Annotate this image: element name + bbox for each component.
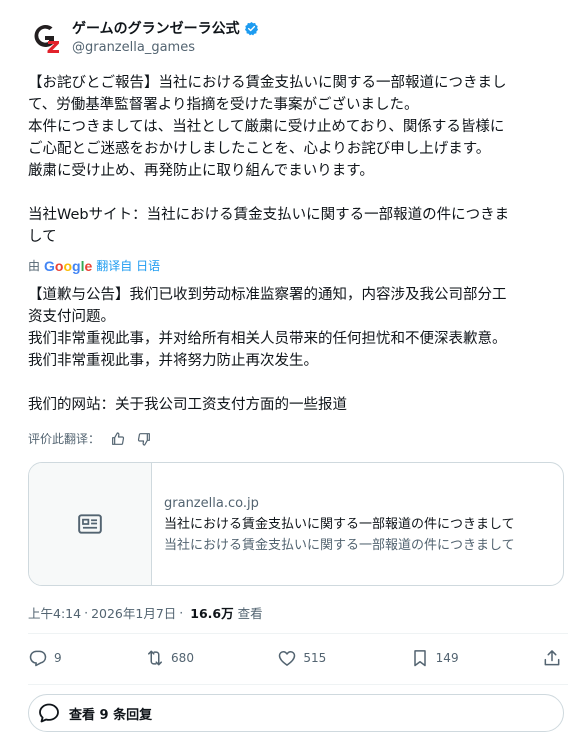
meta-separator: · xyxy=(179,605,184,620)
thumbs-up-icon[interactable] xyxy=(110,431,126,447)
tweet-line: ご心配とご迷惑をおかけしましたことを、心よりお詫び申し上げます。 xyxy=(28,141,491,157)
translated-line: 我们非常重视此事，并对给所有相关人员带来的任何担忧和不便深表歉意。 xyxy=(28,331,507,347)
card-domain: granzella.co.jp xyxy=(164,495,259,511)
post-date[interactable]: 2026年1月7日 xyxy=(91,603,176,622)
card-thumbnail xyxy=(29,463,152,585)
translated-text: 【道歉与公告】我们已收到劳动标准监察署的通知，内容涉及我公司部分工 资支付问题。… xyxy=(28,284,568,416)
translated-line: 【道歉与公告】我们已收到劳动标准监察署的通知，内容涉及我公司部分工 xyxy=(28,287,507,303)
display-name[interactable]: ゲームのグランゼーラ公式 xyxy=(72,18,240,38)
tweet-header: ゲームのグランゼーラ公式 @granzella_games xyxy=(28,18,259,55)
bookmark-icon xyxy=(413,650,426,667)
repost-count: 680 xyxy=(171,651,194,665)
rate-translation: 评价此翻译： xyxy=(28,430,152,447)
share-icon xyxy=(544,650,560,666)
action-bar: 9 680 515 149 xyxy=(28,648,568,668)
avatar[interactable] xyxy=(28,20,62,54)
card-description: 当社における賃金支払いに関する一部報道の件につきまして xyxy=(164,537,515,553)
translated-line: 我们的网站：关于我公司工资支付方面的一些报道 xyxy=(28,397,347,413)
tweet-meta: 上午4:14 · 2026年1月7日 · 16.6万 查看 xyxy=(28,603,263,622)
meta-separator: · xyxy=(84,605,89,620)
google-logo: Google xyxy=(44,257,93,274)
reply-button[interactable]: 9 xyxy=(28,648,62,668)
link-card[interactable]: granzella.co.jp 当社における賃金支払いに関する一部報道の件につき… xyxy=(28,462,564,586)
granzella-logo xyxy=(34,24,59,53)
like-count: 515 xyxy=(303,651,327,665)
translated-by-prefix: 由 xyxy=(28,259,41,273)
tweet-line: 【お詫びとご報告】当社における賃金支払いに関する一部報道につきまし xyxy=(28,75,507,91)
tweet-text: 【お詫びとご報告】当社における賃金支払いに関する一部報道につきまし て、労働基準… xyxy=(28,72,568,248)
handle[interactable]: @granzella_games xyxy=(72,40,259,55)
translated-line: 我们非常重视此事，并将努力防止再次发生。 xyxy=(28,353,318,369)
rate-translation-label: 评价此翻译： xyxy=(28,432,101,446)
like-icon xyxy=(279,651,296,666)
divider xyxy=(28,684,568,685)
thumbs-down-icon[interactable] xyxy=(136,431,152,447)
like-button[interactable]: 515 xyxy=(277,648,326,668)
card-title: 当社における賃金支払いに関する一部報道の件につきまして xyxy=(164,516,515,532)
tweet-line: して xyxy=(28,229,57,245)
display-name-row: ゲームのグランゼーラ公式 xyxy=(72,18,259,38)
repost-icon xyxy=(148,650,163,666)
bookmark-count: 149 xyxy=(435,651,459,665)
card-body: granzella.co.jp 当社における賃金支払いに関する一部報道の件につき… xyxy=(152,463,527,585)
share-button[interactable] xyxy=(542,648,568,668)
translated-by: 由 Google 翻译自 日语 xyxy=(28,257,160,274)
view-replies-button[interactable]: 查看 9 条回复 xyxy=(28,694,564,732)
tweet-line: て、労働基準監督署より指摘を受けた事案がございました。 xyxy=(28,97,419,113)
view-count: 16.6万 xyxy=(190,606,234,621)
tweet-line: 当社Webサイト：当社における賃金支払いに関する一部報道の件につきま xyxy=(28,207,510,223)
name-block: ゲームのグランゼーラ公式 @granzella_games xyxy=(72,18,259,55)
tweet-line: 本件につきましては、当社として厳粛に受け止めており、関係する皆様に xyxy=(28,119,505,135)
article-icon xyxy=(78,514,102,534)
tweet-line: 厳粛に受け止め、再発防止に取り組んでまいります。 xyxy=(28,163,374,179)
divider xyxy=(28,633,568,634)
views-label: 查看 xyxy=(237,606,263,621)
reply-icon xyxy=(29,650,47,667)
replies-bubble-icon xyxy=(39,703,59,723)
post-time[interactable]: 上午4:14 xyxy=(28,603,81,622)
translated-line: 资支付问题。 xyxy=(28,309,115,325)
view-replies-label: 查看 9 条回复 xyxy=(69,707,153,723)
verified-badge-icon xyxy=(244,21,258,35)
translated-from-link[interactable]: 翻译自 日语 xyxy=(96,257,160,274)
reply-count: 9 xyxy=(54,651,62,665)
repost-button[interactable]: 680 xyxy=(145,648,194,668)
bookmark-button[interactable]: 149 xyxy=(410,648,459,668)
